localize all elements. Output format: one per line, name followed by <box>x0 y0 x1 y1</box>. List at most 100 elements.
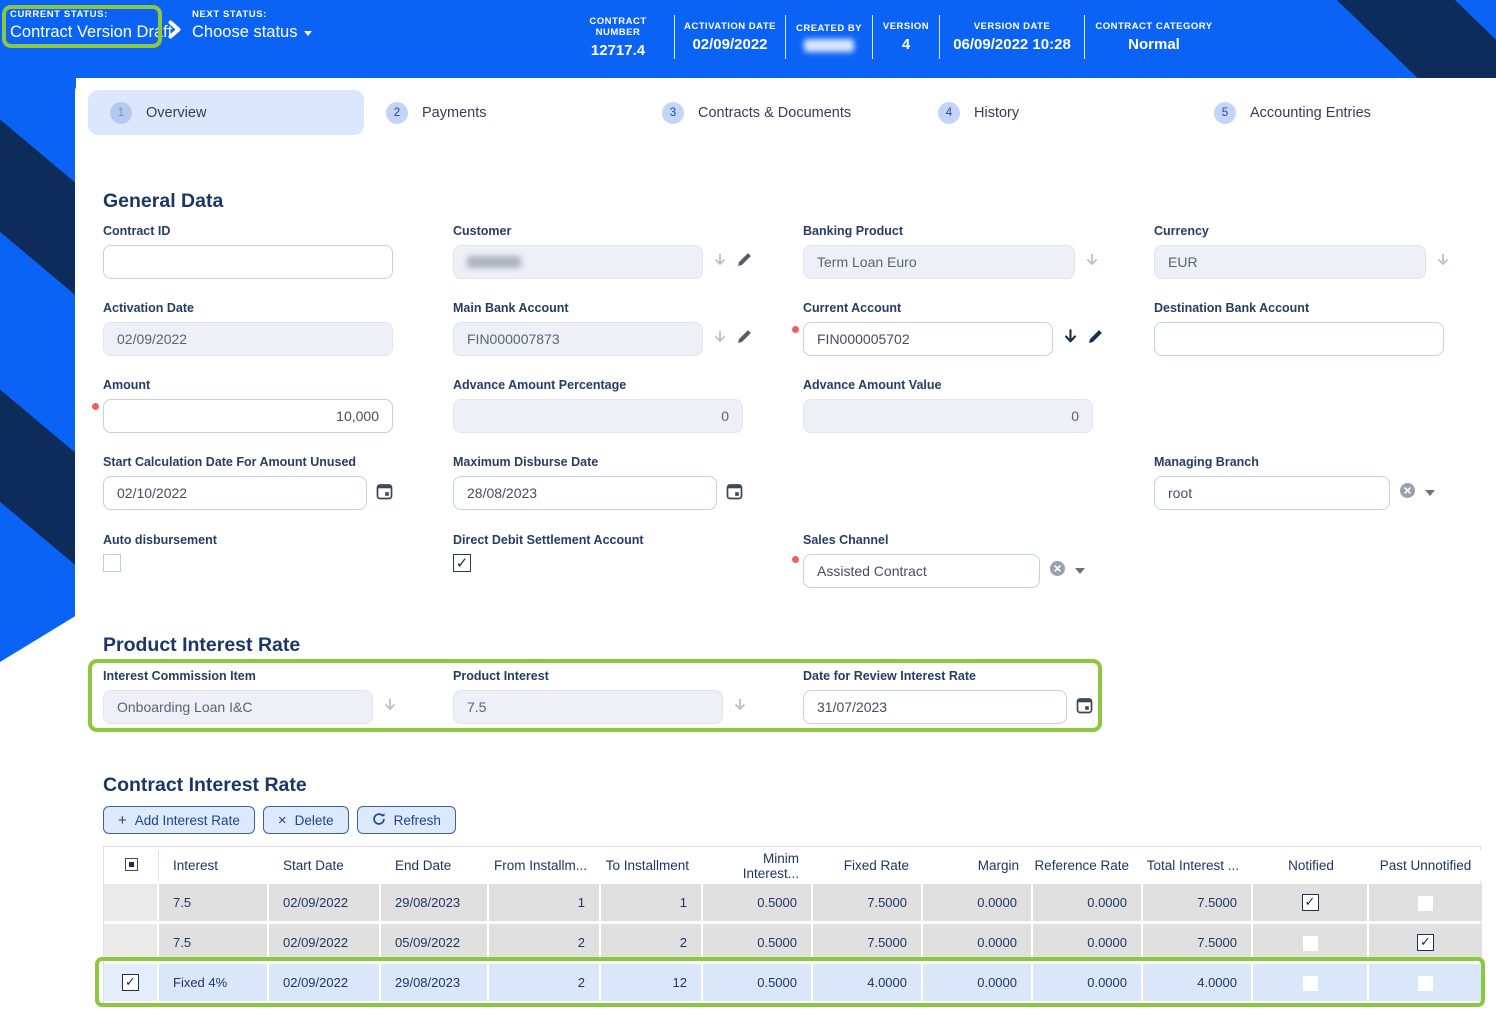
edit-pencil-icon[interactable] <box>1088 329 1103 349</box>
col-end-date: End Date <box>381 850 489 881</box>
past-unnotified-checkbox[interactable] <box>1417 934 1434 952</box>
managing-branch-input[interactable]: root <box>1154 476 1390 510</box>
tab-accounting-entries[interactable]: 5 Accounting Entries <box>1192 90 1468 135</box>
clear-icon[interactable] <box>1049 560 1066 582</box>
contract-overview-page: CURRENT STATUS: Contract Version Draft N… <box>0 0 1496 1018</box>
caret-down-icon[interactable] <box>1425 490 1435 496</box>
redacted-value <box>467 256 521 268</box>
redacted-value <box>804 38 854 52</box>
notified-checkbox[interactable] <box>1301 894 1319 912</box>
decor-stripe <box>1292 0 1496 78</box>
field-banking-product: Banking Product Term Loan Euro <box>803 224 1100 279</box>
select-all-checkbox[interactable] <box>124 857 138 871</box>
cell-fixed-rate: 7.5000 <box>813 884 923 921</box>
cell-interest: Fixed 4% <box>159 964 269 1001</box>
cell-end-date: 29/08/2023 <box>381 884 489 921</box>
tab-contracts-documents[interactable]: 3 Contracts & Documents <box>640 90 916 135</box>
edit-pencil-icon[interactable] <box>737 252 752 272</box>
field-destination-bank-account: Destination Bank Account <box>1154 301 1444 356</box>
notified-checkbox[interactable] <box>1302 975 1318 991</box>
cell-minim-interest: 0.5000 <box>703 924 813 961</box>
start-calculation-date-input[interactable]: 02/10/2022 <box>103 476 367 510</box>
field-maximum-disburse-date: Maximum Disburse Date 28/08/2023 <box>453 455 743 510</box>
decor-stripe <box>0 302 76 638</box>
cell-to-installment: 12 <box>601 964 703 1001</box>
tab-number-badge: 3 <box>662 101 684 124</box>
cell-notified <box>1253 924 1369 961</box>
refresh-button[interactable]: Refresh <box>356 806 456 834</box>
amount-input[interactable]: 10,000 <box>103 399 393 433</box>
lookup-arrow-icon[interactable] <box>732 697 748 718</box>
direct-debit-checkbox[interactable] <box>453 554 471 572</box>
field-main-bank-account: Main Bank Account FIN000007873 <box>453 301 752 356</box>
calendar-icon[interactable] <box>1076 696 1093 719</box>
tab-history[interactable]: 4 History <box>916 90 1192 135</box>
row-select-cell <box>104 924 159 961</box>
cell-margin: 0.0000 <box>923 924 1033 961</box>
table-row[interactable]: 7.5 02/09/2022 29/08/2023 1 1 0.5000 7.5… <box>104 884 1482 921</box>
lookup-arrow-icon[interactable] <box>712 252 728 273</box>
tab-bar: 1 Overview 2 Payments 3 Contracts & Docu… <box>88 90 1468 135</box>
product-interest-input: 7.5 <box>453 690 723 724</box>
required-marker <box>92 403 99 410</box>
cell-reference-rate: 0.0000 <box>1033 884 1143 921</box>
current-account-input[interactable]: FIN000005702 <box>803 322 1053 356</box>
lookup-arrow-icon[interactable] <box>1084 252 1100 273</box>
sales-channel-input[interactable]: Assisted Contract <box>803 554 1040 588</box>
currency-input: EUR <box>1154 245 1426 279</box>
calendar-icon[interactable] <box>376 482 393 505</box>
table-row-selected[interactable]: Fixed 4% 02/09/2022 29/08/2023 2 12 0.50… <box>104 964 1482 1001</box>
lookup-arrow-icon[interactable] <box>1435 252 1451 273</box>
destination-bank-account-input[interactable] <box>1154 322 1444 356</box>
add-interest-rate-button[interactable]: + Add Interest Rate <box>103 806 255 834</box>
auto-disbursement-checkbox[interactable] <box>103 554 121 572</box>
edit-pencil-icon[interactable] <box>737 329 752 349</box>
delete-button[interactable]: × Delete <box>262 806 349 834</box>
field-start-calculation-date: Start Calculation Date For Amount Unused… <box>103 455 393 510</box>
cell-total-interest: 7.5000 <box>1143 884 1253 921</box>
tab-number-badge: 4 <box>938 101 960 124</box>
row-select-checkbox[interactable] <box>122 974 139 992</box>
next-status-label: NEXT STATUS: <box>192 9 267 20</box>
plus-icon: + <box>118 811 127 829</box>
x-icon: × <box>277 811 287 829</box>
contract-id-input[interactable] <box>103 245 393 279</box>
customer-input <box>453 245 703 279</box>
field-current-account: Current Account FIN000005702 <box>792 301 1103 356</box>
cell-from-installment: 2 <box>489 964 601 1001</box>
tab-number-badge: 2 <box>386 101 408 124</box>
stat-contract-category: CONTRACT CATEGORY Normal <box>1095 21 1213 53</box>
cell-margin: 0.0000 <box>923 964 1033 1001</box>
cell-end-date: 29/08/2023 <box>381 964 489 1001</box>
tab-payments[interactable]: 2 Payments <box>364 90 640 135</box>
caret-down-icon[interactable] <box>1075 568 1085 574</box>
tab-overview[interactable]: 1 Overview <box>88 90 364 135</box>
field-date-for-review-interest-rate: Date for Review Interest Rate 31/07/2023 <box>803 669 1093 724</box>
field-advance-amount-percentage: Advance Amount Percentage 0 <box>453 378 743 433</box>
advance-amount-percentage-input: 0 <box>453 399 743 433</box>
choose-status-dropdown[interactable]: Choose status <box>192 23 313 42</box>
cell-interest: 7.5 <box>159 884 269 921</box>
current-status-label: CURRENT STATUS: <box>10 9 108 20</box>
lookup-arrow-icon[interactable] <box>712 329 728 350</box>
calendar-icon[interactable] <box>726 482 743 505</box>
cell-fixed-rate: 7.5000 <box>813 924 923 961</box>
lookup-arrow-icon[interactable] <box>1062 328 1079 350</box>
row-select-cell <box>104 884 159 921</box>
table-row[interactable]: 7.5 02/09/2022 05/09/2022 2 2 0.5000 7.5… <box>104 924 1482 961</box>
cell-interest: 7.5 <box>159 924 269 961</box>
past-unnotified-checkbox[interactable] <box>1418 895 1433 911</box>
cell-start-date: 02/09/2022 <box>269 884 381 921</box>
maximum-disburse-date-input[interactable]: 28/08/2023 <box>453 476 717 510</box>
clear-icon[interactable] <box>1399 482 1416 504</box>
col-fixed-rate: Fixed Rate <box>813 850 923 881</box>
date-for-review-input[interactable]: 31/07/2023 <box>803 690 1067 724</box>
notified-checkbox[interactable] <box>1302 935 1318 951</box>
field-interest-commission-item: Interest Commission Item Onboarding Loan… <box>103 669 398 724</box>
cell-minim-interest: 0.5000 <box>703 964 813 1001</box>
col-margin: Margin <box>923 850 1033 881</box>
interest-commission-item-input: Onboarding Loan I&C <box>103 690 373 724</box>
past-unnotified-checkbox[interactable] <box>1418 975 1433 991</box>
cell-margin: 0.0000 <box>923 884 1033 921</box>
lookup-arrow-icon[interactable] <box>382 697 398 718</box>
